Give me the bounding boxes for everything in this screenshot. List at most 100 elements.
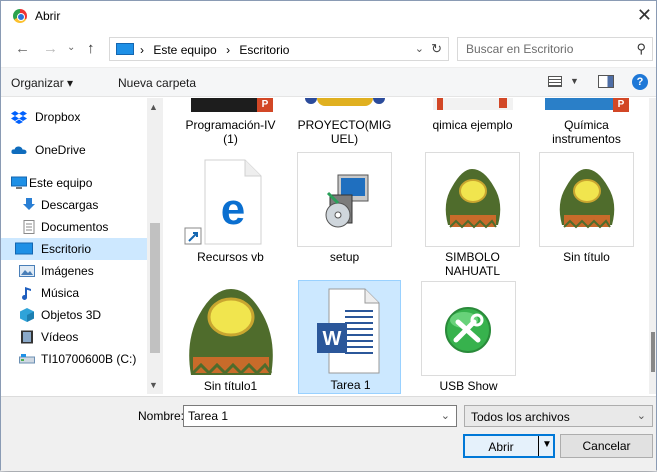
file-item[interactable]: P Química instrumentos bbox=[535, 98, 638, 150]
file-name: PROYECTO(MIG UEL) bbox=[297, 118, 392, 146]
installer-icon bbox=[297, 152, 392, 247]
sidebar-item-escritorio[interactable]: Escritorio bbox=[1, 238, 147, 260]
file-item[interactable]: qimica ejemplo bbox=[421, 98, 524, 150]
nahuatl-image-icon bbox=[425, 152, 520, 247]
scroll-down-icon[interactable]: ▼ bbox=[149, 380, 158, 390]
onedrive-icon bbox=[11, 143, 27, 157]
refresh-icon[interactable]: ↻ bbox=[431, 41, 442, 57]
presentation-icon: P bbox=[539, 98, 634, 116]
computer-icon bbox=[11, 176, 27, 190]
command-bar: Organizar ▾ Nueva carpeta ▼ ? bbox=[1, 67, 656, 97]
chevron-down-icon[interactable]: ⌄ bbox=[441, 409, 450, 422]
file-item[interactable]: Sin título bbox=[535, 152, 638, 276]
sidebar-item-documentos[interactable]: Documentos bbox=[1, 216, 147, 238]
file-name: Sin título bbox=[563, 250, 610, 264]
file-list: P Programación-IV (1) PROYECTO(MIG UEL) … bbox=[165, 98, 656, 394]
presentation-icon bbox=[425, 98, 520, 116]
back-arrow-icon[interactable]: ← bbox=[15, 40, 30, 57]
preview-pane-icon[interactable] bbox=[598, 75, 614, 88]
nahuatl-image-icon bbox=[183, 281, 278, 376]
sidebar-item-label: Este equipo bbox=[29, 176, 93, 190]
file-name: Sin título1 bbox=[203, 379, 258, 393]
usb-show-icon bbox=[421, 281, 516, 376]
chevron-down-icon[interactable]: ⌄ bbox=[637, 409, 646, 422]
file-item[interactable]: SIMBOLO NAHUATL bbox=[421, 152, 524, 278]
close-icon[interactable]: ✕ bbox=[637, 5, 652, 26]
file-name: Programación-IV (1) bbox=[185, 118, 276, 146]
window-title: Abrir bbox=[35, 9, 61, 23]
sidebar-item-onedrive[interactable]: OneDrive bbox=[1, 139, 147, 161]
filename-label: Nombre: bbox=[138, 409, 185, 423]
drive-icon bbox=[19, 352, 35, 366]
svg-text:e: e bbox=[221, 185, 245, 234]
forward-arrow-icon[interactable]: → bbox=[43, 40, 58, 57]
file-item-selected[interactable]: W Tarea 1 bbox=[298, 280, 401, 394]
sidebar-item-musica[interactable]: Música bbox=[1, 282, 147, 304]
content-scrollbar-thumb[interactable] bbox=[651, 332, 655, 372]
sidebar-item-dropbox[interactable]: Dropbox bbox=[1, 106, 147, 128]
music-icon bbox=[19, 286, 35, 300]
sidebar-item-label: Objetos 3D bbox=[41, 308, 102, 322]
breadcrumb-escritorio[interactable]: Escritorio bbox=[239, 43, 289, 57]
sidebar-item-label: Dropbox bbox=[35, 110, 81, 124]
pictures-icon bbox=[19, 264, 35, 278]
navigation-bar: ← → ⌄ ↑ › Este equipo › Escritorio ⌄ ↻ ⚲ bbox=[1, 34, 656, 64]
file-name: Tarea 1 bbox=[330, 378, 371, 392]
view-options-icon[interactable] bbox=[548, 76, 562, 87]
sidebar-item-descargas[interactable]: Descargas bbox=[1, 194, 147, 216]
breadcrumb-este-equipo[interactable]: Este equipo bbox=[153, 43, 216, 57]
file-name: Recursos vb bbox=[197, 250, 264, 264]
view-dropdown-icon[interactable]: ▼ bbox=[570, 76, 579, 86]
sidebar-item-label: TI10700600B (C:) bbox=[41, 352, 137, 366]
split-divider bbox=[538, 436, 539, 456]
sidebar-item-videos[interactable]: Vídeos bbox=[1, 326, 147, 348]
sidebar-scrollbar-thumb[interactable] bbox=[150, 223, 160, 353]
navigation-pane: Dropbox OneDrive Este equipo Descargas D… bbox=[1, 98, 163, 394]
help-icon[interactable]: ? bbox=[632, 74, 648, 90]
chevron-down-icon[interactable]: ⌄ bbox=[415, 42, 424, 55]
address-bar[interactable]: › Este equipo › Escritorio ⌄ ↻ bbox=[109, 37, 449, 61]
svg-text:W: W bbox=[323, 328, 342, 350]
recent-locations-icon[interactable]: ⌄ bbox=[67, 42, 75, 53]
file-name: SIMBOLO NAHUATL bbox=[444, 250, 501, 278]
sidebar-item-objetos-3d[interactable]: Objetos 3D bbox=[1, 304, 147, 326]
sidebar-item-imagenes[interactable]: Imágenes bbox=[1, 260, 147, 282]
new-folder-button[interactable]: Nueva carpeta bbox=[118, 76, 196, 90]
presentation-icon: P bbox=[183, 98, 278, 116]
sidebar-item-label: Escritorio bbox=[41, 242, 92, 256]
sidebar-item-este-equipo[interactable]: Este equipo bbox=[1, 172, 147, 194]
file-type-select[interactable]: Todos los archivos ⌄ bbox=[464, 405, 653, 427]
file-item[interactable]: setup bbox=[293, 152, 396, 276]
open-options-arrow-icon[interactable]: ▼ bbox=[542, 439, 552, 450]
open-button[interactable]: Abrir ▼ bbox=[463, 434, 555, 458]
sidebar-item-label: Imágenes bbox=[41, 264, 94, 278]
sidebar-item-label: Vídeos bbox=[41, 330, 79, 344]
up-arrow-icon[interactable]: ↑ bbox=[87, 40, 95, 57]
file-item[interactable]: e Recursos vb bbox=[179, 152, 282, 276]
edge-shortcut-icon: e bbox=[183, 152, 278, 247]
sidebar-item-label: OneDrive bbox=[35, 143, 86, 157]
download-icon bbox=[21, 198, 37, 212]
breadcrumb-separator: › bbox=[226, 43, 231, 57]
scroll-up-icon[interactable]: ▲ bbox=[149, 102, 158, 112]
search-box[interactable]: ⚲ bbox=[457, 37, 653, 61]
search-icon: ⚲ bbox=[636, 41, 646, 56]
breadcrumb-separator: › bbox=[140, 43, 144, 57]
objects-3d-icon bbox=[19, 308, 35, 322]
file-item[interactable]: Sin título1 bbox=[179, 281, 282, 394]
word-document-icon: W bbox=[303, 285, 398, 380]
file-item[interactable]: USB Show bbox=[417, 281, 520, 394]
file-name: setup bbox=[329, 250, 360, 264]
filename-combobox[interactable]: ⌄ bbox=[183, 405, 457, 427]
sidebar-item-label: Documentos bbox=[41, 220, 109, 234]
organize-button[interactable]: Organizar ▾ bbox=[11, 76, 73, 90]
file-item[interactable]: PROYECTO(MIG UEL) bbox=[293, 98, 396, 150]
video-icon bbox=[19, 330, 35, 344]
cancel-button[interactable]: Cancelar bbox=[560, 434, 653, 458]
title-bar: Abrir ✕ bbox=[1, 1, 656, 31]
file-item[interactable]: P Programación-IV (1) bbox=[179, 98, 282, 150]
filename-input[interactable] bbox=[188, 409, 428, 423]
open-button-label: Abrir bbox=[488, 440, 514, 454]
sidebar-item-drive-c[interactable]: TI10700600B (C:) bbox=[1, 348, 147, 370]
search-input[interactable] bbox=[466, 42, 626, 56]
